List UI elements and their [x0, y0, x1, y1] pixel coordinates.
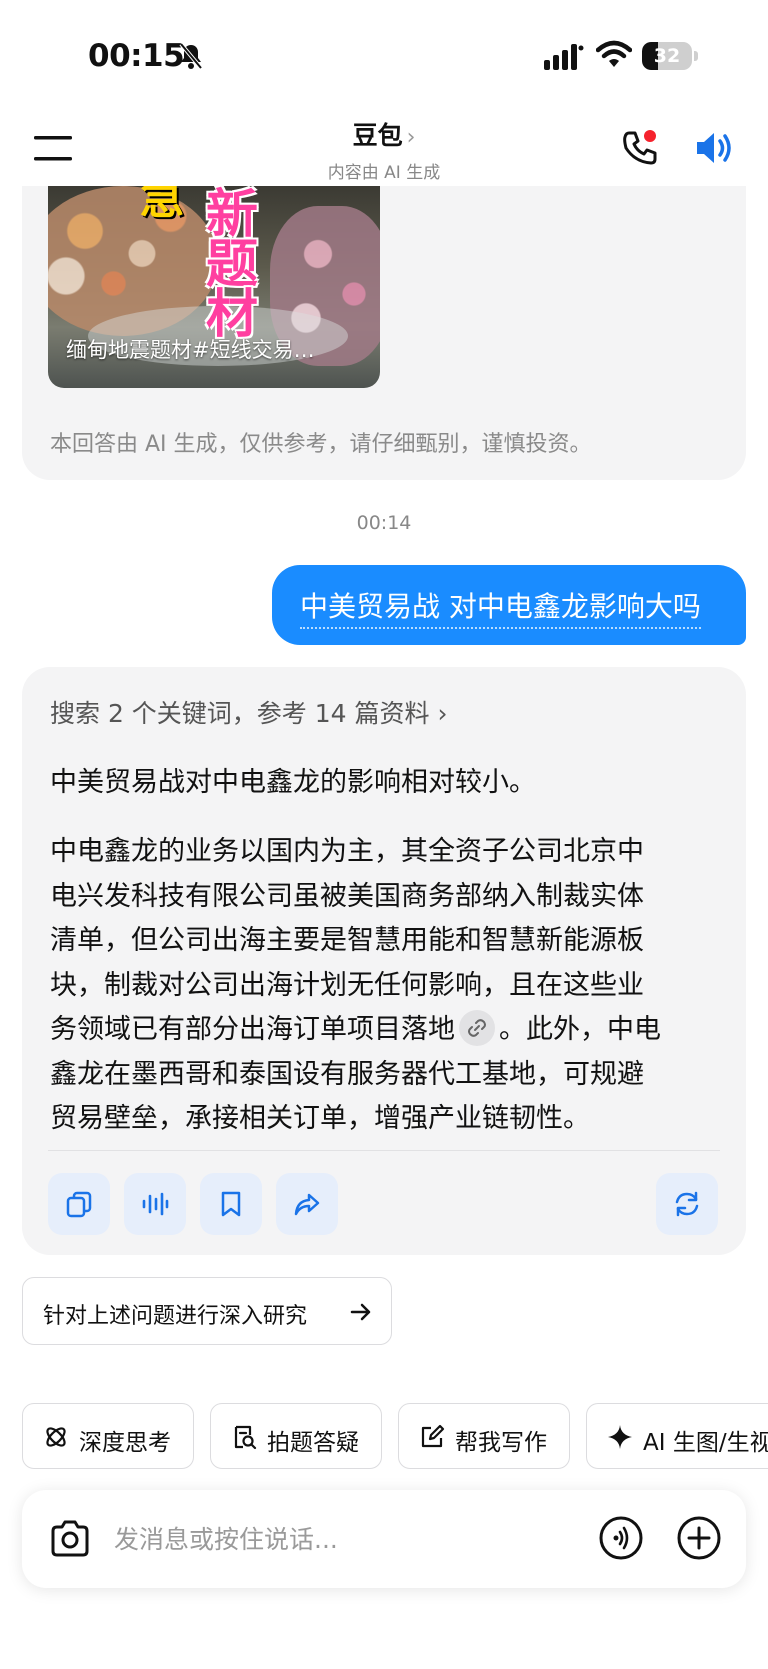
nav-subtitle: 内容由 AI 生成: [327, 163, 441, 183]
answer-paragraph-2: 中电鑫龙的业务以国内为主，其全资子公司北京中 电兴发科技有限公司虽被美国商务部纳…: [50, 830, 722, 1142]
bookmark-icon: [221, 1191, 241, 1217]
message-timestamp: 00:14: [356, 512, 412, 534]
answer-line: 块，制裁对公司出海计划无任何影响，且在这些业: [50, 969, 644, 1001]
chip-label: 帮我写作: [455, 1430, 547, 1456]
atom-icon: [46, 1427, 66, 1447]
copy-icon: [66, 1191, 92, 1218]
share-button[interactable]: [276, 1173, 338, 1235]
bell-slash-icon: [179, 42, 203, 70]
bookmark-button[interactable]: [200, 1173, 262, 1235]
message-input[interactable]: [114, 1514, 554, 1564]
speaker-icon[interactable]: [694, 128, 736, 168]
plus-icon[interactable]: [676, 1515, 722, 1561]
arrow-right-icon: [350, 1303, 371, 1321]
user-message-bubble[interactable]: 中美贸易战 对中电鑫龙影响大吗: [272, 565, 746, 645]
answer-line: 电兴发科技有限公司虽被美国商务部纳入制裁实体: [50, 880, 644, 912]
battery-icon: 32: [642, 42, 698, 70]
divider: [48, 1150, 720, 1151]
menu-icon[interactable]: [34, 134, 72, 162]
voice-wave-icon: [142, 1192, 169, 1216]
image-char-yellow: 急: [140, 186, 184, 224]
edit-icon: [421, 1424, 445, 1448]
answer-paragraph-1: 中美贸易战对中电鑫龙的影响相对较小。: [50, 767, 536, 798]
answer-line: 贸易壁垒，承接相关订单，增强产业链韧性。: [50, 1103, 590, 1134]
search-summary-text: 搜索 2 个关键词，参考 14 篇资料: [50, 699, 430, 728]
chevron-right-icon: ›: [437, 699, 448, 728]
chip-photo-question[interactable]: 拍题答疑: [210, 1403, 382, 1469]
chevron-right-icon: ›: [406, 125, 416, 150]
notification-dot: [644, 130, 656, 142]
nav-title: 豆包: [352, 121, 403, 150]
camera-icon[interactable]: [48, 1517, 92, 1561]
search-summary-link[interactable]: 搜索 2 个关键词，参考 14 篇资料 ›: [50, 694, 448, 730]
status-bar: 00:15 32: [0, 0, 768, 110]
message-input-bar: [22, 1490, 746, 1588]
answer-line: 清单，但公司出海主要是智慧用能和智慧新能源板: [50, 925, 644, 956]
regenerate-button[interactable]: [656, 1173, 718, 1235]
ai-disclaimer: 本回答由 AI 生成，仅供参考，请仔细甄别，谨慎投资。: [50, 432, 592, 457]
answer-line-text: 。此外，中电: [499, 1014, 661, 1045]
answer-line: 鑫龙在墨西哥和泰国设有服务器代工基地，可规避: [50, 1058, 644, 1090]
chip-ai-image[interactable]: AI 生图/生视: [586, 1403, 768, 1469]
nav-title-group[interactable]: 豆包 › 内容由 AI 生成: [234, 116, 534, 183]
user-message-text: 中美贸易战 对中电鑫龙影响大吗: [300, 585, 701, 629]
voice-input-icon[interactable]: [598, 1515, 644, 1561]
search-doc-icon: [234, 1425, 257, 1450]
chip-help-write[interactable]: 帮我写作: [398, 1403, 570, 1469]
chip-label: AI 生图/生视: [643, 1430, 768, 1456]
answer-line: 中电鑫龙的业务以国内为主，其全资子公司北京中: [50, 836, 644, 867]
answer-line-with-link: 务领域已有部分出海订单项目落地 。此外，中电: [50, 1008, 722, 1053]
reference-link-icon[interactable]: [459, 1009, 495, 1046]
sparkle-icon: [608, 1425, 632, 1449]
image-caption: 缅甸地震题材#短线交易…: [66, 338, 315, 362]
chip-deep-thinking[interactable]: 深度思考: [22, 1403, 194, 1469]
read-aloud-button[interactable]: [124, 1173, 186, 1235]
battery-percent: 32: [653, 45, 681, 67]
status-time: 00:15: [88, 38, 185, 74]
wifi-icon: [596, 40, 632, 67]
chip-label: 深度思考: [79, 1430, 171, 1456]
deep-research-button[interactable]: 针对上述问题进行深入研究: [22, 1277, 392, 1345]
chip-label: 拍题答疑: [267, 1430, 359, 1456]
answer-line-text: 务领域已有部分出海订单项目落地: [50, 1014, 455, 1045]
copy-button[interactable]: [48, 1173, 110, 1235]
signal-icon: [544, 44, 584, 70]
nav-bar: 豆包 › 内容由 AI 生成: [0, 110, 768, 186]
deep-research-label: 针对上述问题进行深入研究: [43, 1304, 308, 1329]
share-icon: [294, 1193, 320, 1216]
regenerate-icon: [675, 1191, 699, 1217]
reference-image-card[interactable]: 急 新 题 材 缅甸地震题材#短线交易…: [48, 186, 380, 388]
